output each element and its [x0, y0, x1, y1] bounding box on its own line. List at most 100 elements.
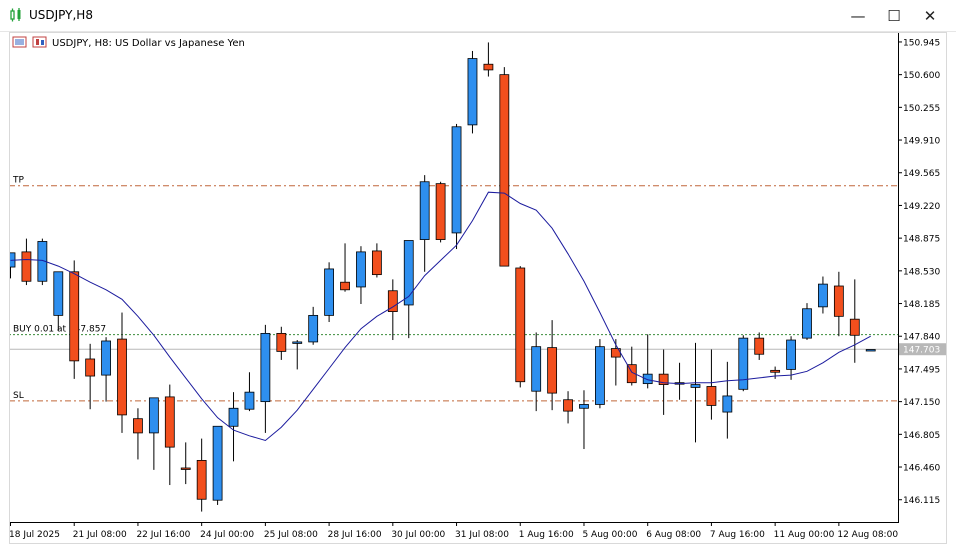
candle-body — [690, 384, 701, 388]
x-tick-label: 11 Aug 00:00 — [774, 530, 835, 540]
candle — [802, 303, 812, 341]
candle-body — [483, 63, 494, 71]
candle-body — [21, 251, 32, 282]
x-tick-label: 6 Aug 08:00 — [646, 530, 701, 540]
candle — [738, 335, 749, 392]
x-tick-label: 30 Jul 00:00 — [391, 530, 445, 540]
x-tick-label: 28 Jul 16:00 — [328, 530, 382, 540]
candle-body — [69, 271, 80, 362]
candle-body — [865, 349, 876, 352]
maximize-icon: ☐ — [887, 7, 901, 25]
candle-body — [260, 332, 271, 403]
x-tick-label: 12 Aug 08:00 — [837, 530, 898, 540]
candle-body — [499, 74, 510, 267]
symbol-list-icon — [12, 36, 27, 48]
candle — [324, 262, 335, 323]
candle-body — [419, 181, 430, 240]
price-axis: 150.945 150.600 150.255 149.910 149.565 149.2… — [898, 38, 946, 506]
candle — [435, 181, 446, 243]
candle-body — [849, 318, 860, 336]
x-tick-label: 7 Aug 16:00 — [710, 530, 765, 540]
candle-body — [403, 240, 414, 306]
y-tick-label: 146.460 — [903, 464, 940, 474]
candle-body — [101, 340, 111, 376]
current-price-label: 147.703 — [903, 346, 940, 356]
candle-body — [85, 358, 96, 377]
y-tick-label: 148.185 — [903, 300, 940, 310]
candle-body — [754, 337, 765, 355]
candle-body — [164, 396, 175, 448]
candle-body — [228, 407, 239, 427]
candle-body — [308, 314, 319, 343]
candle-body — [818, 283, 828, 308]
chart-background — [9, 32, 947, 543]
candle-body — [324, 268, 335, 316]
candle-body — [722, 395, 733, 413]
candle — [69, 260, 80, 379]
y-tick-label: 150.600 — [903, 71, 940, 81]
candle-body — [53, 271, 64, 316]
candle-body — [547, 347, 558, 394]
time-axis-border — [9, 522, 899, 523]
candle — [212, 425, 223, 505]
y-tick-label: 148.530 — [903, 267, 940, 277]
y-tick-label: 149.910 — [903, 137, 940, 147]
candle-body — [738, 337, 749, 390]
window-titlebar: USDJPY,H8 — ☐ ✕ — [0, 0, 956, 32]
candle — [451, 123, 462, 250]
y-tick-label: 147.840 — [903, 333, 940, 343]
close-button[interactable]: ✕ — [914, 4, 946, 28]
candle-body — [133, 418, 143, 434]
x-tick-label: 1 Aug 16:00 — [519, 530, 574, 540]
x-tick-label: 5 Aug 00:00 — [582, 530, 637, 540]
y-tick-label: 149.220 — [903, 202, 940, 212]
y-tick-label: 149.565 — [903, 169, 940, 179]
chart-header-label: USDJPY, H8: US Dollar vs Japanese Yen — [52, 38, 245, 49]
x-tick-label: 21 Jul 08:00 — [73, 530, 127, 540]
candle-body — [117, 338, 127, 416]
candle-body — [786, 339, 796, 370]
y-tick-label: 147.495 — [903, 365, 940, 375]
candle-body — [356, 251, 366, 288]
current-price-tag: 147.703 — [899, 343, 946, 356]
minimize-button[interactable]: — — [842, 4, 874, 28]
candle-body — [706, 386, 717, 406]
candle-body — [276, 332, 287, 352]
candle-body — [371, 250, 382, 276]
candle-body — [563, 399, 573, 412]
candle-body — [833, 285, 844, 317]
price-chart[interactable]: TPSLBUY 0.01 at 147.857 150.945150.60015… — [9, 32, 947, 543]
y-tick-label: 148.875 — [903, 235, 940, 245]
candle-body — [244, 391, 255, 410]
candlestick-app-icon — [10, 8, 21, 22]
buy-label: BUY 0.01 at 147.857 — [13, 325, 106, 335]
candle-body — [435, 183, 446, 240]
x-tick-label: 18 Jul 2025 — [9, 530, 60, 540]
candle-body — [531, 346, 542, 392]
candle-body — [180, 467, 191, 470]
candle-body — [515, 267, 526, 383]
chart-type-icon — [32, 36, 47, 48]
candle — [595, 339, 605, 409]
x-tick-label: 31 Jul 08:00 — [455, 530, 509, 540]
y-tick-label: 150.945 — [903, 38, 940, 48]
candle-body — [148, 397, 159, 434]
candle-body — [770, 369, 781, 373]
maximize-button[interactable]: ☐ — [878, 4, 910, 28]
tp-label: TP — [12, 176, 24, 186]
candle-body — [595, 346, 605, 405]
candle-body — [212, 425, 223, 501]
sl-label: SL — [13, 391, 24, 401]
x-tick-label: 24 Jul 00:00 — [200, 530, 254, 540]
window-title: USDJPY,H8 — [29, 8, 93, 22]
close-icon: ✕ — [923, 7, 937, 25]
candle-body — [802, 308, 812, 339]
candle-body — [292, 341, 303, 344]
y-tick-label: 150.255 — [903, 104, 940, 114]
candle-body — [467, 58, 478, 126]
candle-body — [451, 126, 462, 234]
price-axis-border — [898, 32, 899, 523]
candle — [515, 266, 526, 388]
candle — [467, 50, 478, 134]
candle-body — [340, 281, 350, 291]
